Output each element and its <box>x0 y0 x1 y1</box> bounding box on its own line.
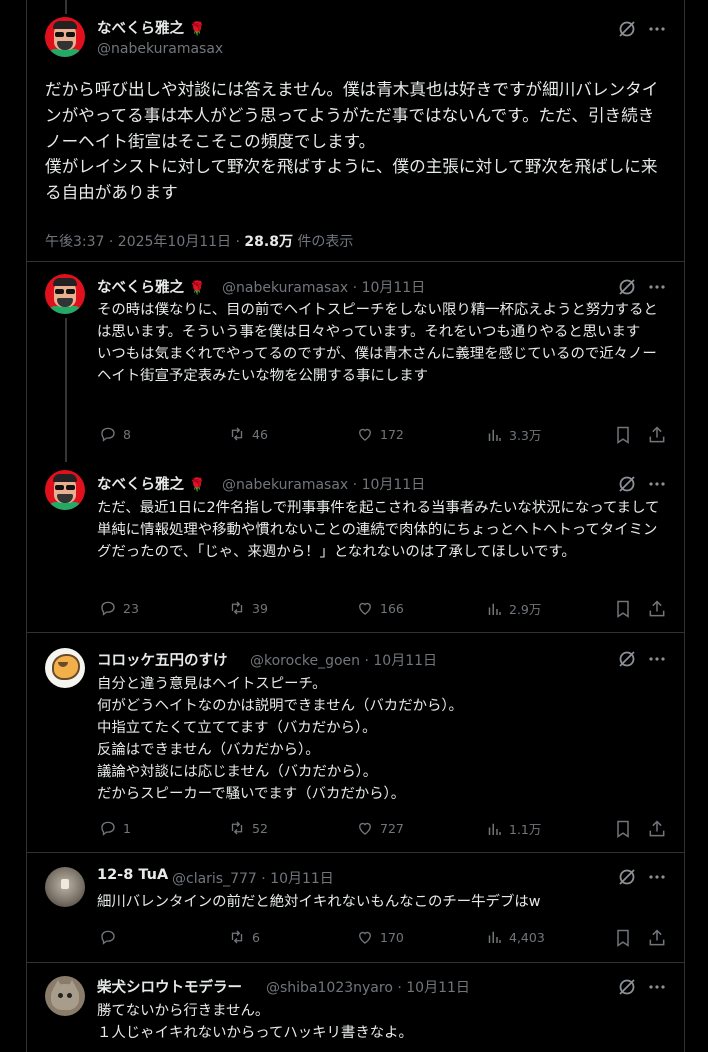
author-name[interactable]: 12-8 TuA <box>97 867 168 883</box>
grok-icon[interactable] <box>617 474 639 494</box>
divider <box>27 261 684 262</box>
reply-button[interactable] <box>99 928 123 946</box>
grok-icon[interactable] <box>617 977 639 997</box>
author-handle[interactable]: @korocke_goen · 10月11日 <box>250 650 437 670</box>
author-handle[interactable]: @nabekuramasax · 10月11日 <box>222 474 425 494</box>
retweet-button[interactable]: 39 <box>228 599 268 617</box>
reply-count: 1 <box>123 820 131 836</box>
author-name[interactable]: なべくら雅之 🌹 <box>97 473 205 494</box>
view-suffix: 件の表示 <box>292 234 354 250</box>
reply-text: 自分と違う意見はヘイトスピーチ。 何がどうヘイトなのかは説明できません（バカだか… <box>97 676 463 802</box>
share-icon[interactable] <box>647 819 669 839</box>
avatar[interactable] <box>45 648 85 688</box>
avatar[interactable] <box>45 17 85 57</box>
tweet-meta: 午後3:37 · 2025年10月11日 · 28.8万 件の表示 <box>45 231 353 251</box>
reply-text: 勝てないから行きません。 １人じゃイキれないからってハッキリ書きなよ。 <box>97 1003 413 1041</box>
share-icon[interactable] <box>647 928 669 948</box>
rose-icon: 🌹 <box>189 478 206 493</box>
avatar[interactable] <box>45 470 85 510</box>
reply-count: 23 <box>123 600 139 616</box>
views-count: 1.1万 <box>509 822 542 837</box>
like-button[interactable]: 170 <box>356 928 404 946</box>
grok-icon[interactable] <box>617 867 639 887</box>
like-button[interactable]: 172 <box>356 425 404 443</box>
like-count: 172 <box>380 426 404 442</box>
share-icon[interactable] <box>647 425 669 445</box>
retweet-count: 52 <box>252 820 268 836</box>
reply-button[interactable]: 23 <box>99 599 139 617</box>
bookmark-icon[interactable] <box>613 819 635 839</box>
divider <box>27 962 684 963</box>
thread-connector-top <box>65 0 67 14</box>
avatar[interactable] <box>45 976 85 1016</box>
views-count: 2.9万 <box>509 602 542 617</box>
avatar[interactable] <box>45 867 85 907</box>
like-button[interactable]: 727 <box>356 819 404 837</box>
view-count: 28.8万 <box>244 234 293 250</box>
author-handle[interactable]: @nabekuramasax <box>97 41 223 57</box>
bookmark-icon[interactable] <box>613 928 635 948</box>
more-icon[interactable] <box>647 977 669 997</box>
author-handle[interactable]: @nabekuramasax · 10月11日 <box>222 277 425 297</box>
retweet-count: 6 <box>252 929 260 945</box>
retweet-count: 39 <box>252 600 268 616</box>
like-button[interactable]: 166 <box>356 599 404 617</box>
like-count: 166 <box>380 600 404 616</box>
author-name[interactable]: なべくら雅之 🌹 <box>97 276 205 297</box>
thread-connector <box>65 318 67 462</box>
more-icon[interactable] <box>647 649 669 669</box>
rose-icon: 🌹 <box>189 281 206 296</box>
bookmark-icon[interactable] <box>613 425 635 445</box>
rose-icon: 🌹 <box>189 22 206 37</box>
timestamp[interactable]: 午後3:37 · 2025年10月11日 · <box>45 234 244 250</box>
reply-button[interactable]: 1 <box>99 819 131 837</box>
more-icon[interactable] <box>647 474 669 494</box>
grok-icon[interactable] <box>617 649 639 669</box>
author-name[interactable]: なべくら雅之 🌹 <box>97 17 205 38</box>
reply-text: その時は僕なりに、目の前でヘイトスピーチをしない限り精一杯応えようと努力するとは… <box>97 302 658 384</box>
author-name[interactable]: コロッケ五円のすけ <box>97 649 228 670</box>
views-count: 3.3万 <box>509 428 542 443</box>
author-handle[interactable]: @shiba1023nyaro · 10月11日 <box>266 977 470 997</box>
author-name[interactable]: 柴犬シロウトモデラー <box>97 976 242 997</box>
divider <box>27 852 684 853</box>
reply-text: ただ、最近1日に2件名指しで刑事事件を起こされる当事者みたいな状況になってまして… <box>97 500 660 560</box>
grok-icon[interactable] <box>617 277 639 297</box>
retweet-count: 46 <box>252 426 268 442</box>
tweet-text: だから呼び出しや対談には答えません。僕は青木真也は好きですが細川バレンタインがや… <box>45 80 659 203</box>
reply-count: 8 <box>123 426 131 442</box>
like-count: 170 <box>380 929 404 945</box>
share-icon[interactable] <box>647 599 669 619</box>
views-button[interactable]: 2.9万 <box>485 599 541 618</box>
views-button[interactable]: 1.1万 <box>485 819 541 838</box>
author-handle[interactable]: @claris_777 · 10月11日 <box>172 868 334 888</box>
retweet-button[interactable]: 46 <box>228 425 268 443</box>
retweet-button[interactable]: 6 <box>228 928 260 946</box>
more-icon[interactable] <box>647 867 669 887</box>
retweet-button[interactable]: 52 <box>228 819 268 837</box>
grok-icon[interactable] <box>617 19 639 39</box>
views-button[interactable]: 3.3万 <box>485 425 541 444</box>
reply-text: 細川バレンタインの前だと絶対イキれないもんなこのチー牛デブはw <box>97 894 541 910</box>
bookmark-icon[interactable] <box>613 599 635 619</box>
more-icon[interactable] <box>647 19 669 39</box>
views-count: 4,403 <box>509 929 545 945</box>
views-button[interactable]: 4,403 <box>485 928 545 946</box>
divider <box>27 632 684 633</box>
reply-button[interactable]: 8 <box>99 425 131 443</box>
like-count: 727 <box>380 820 404 836</box>
avatar[interactable] <box>45 274 85 314</box>
more-icon[interactable] <box>647 277 669 297</box>
